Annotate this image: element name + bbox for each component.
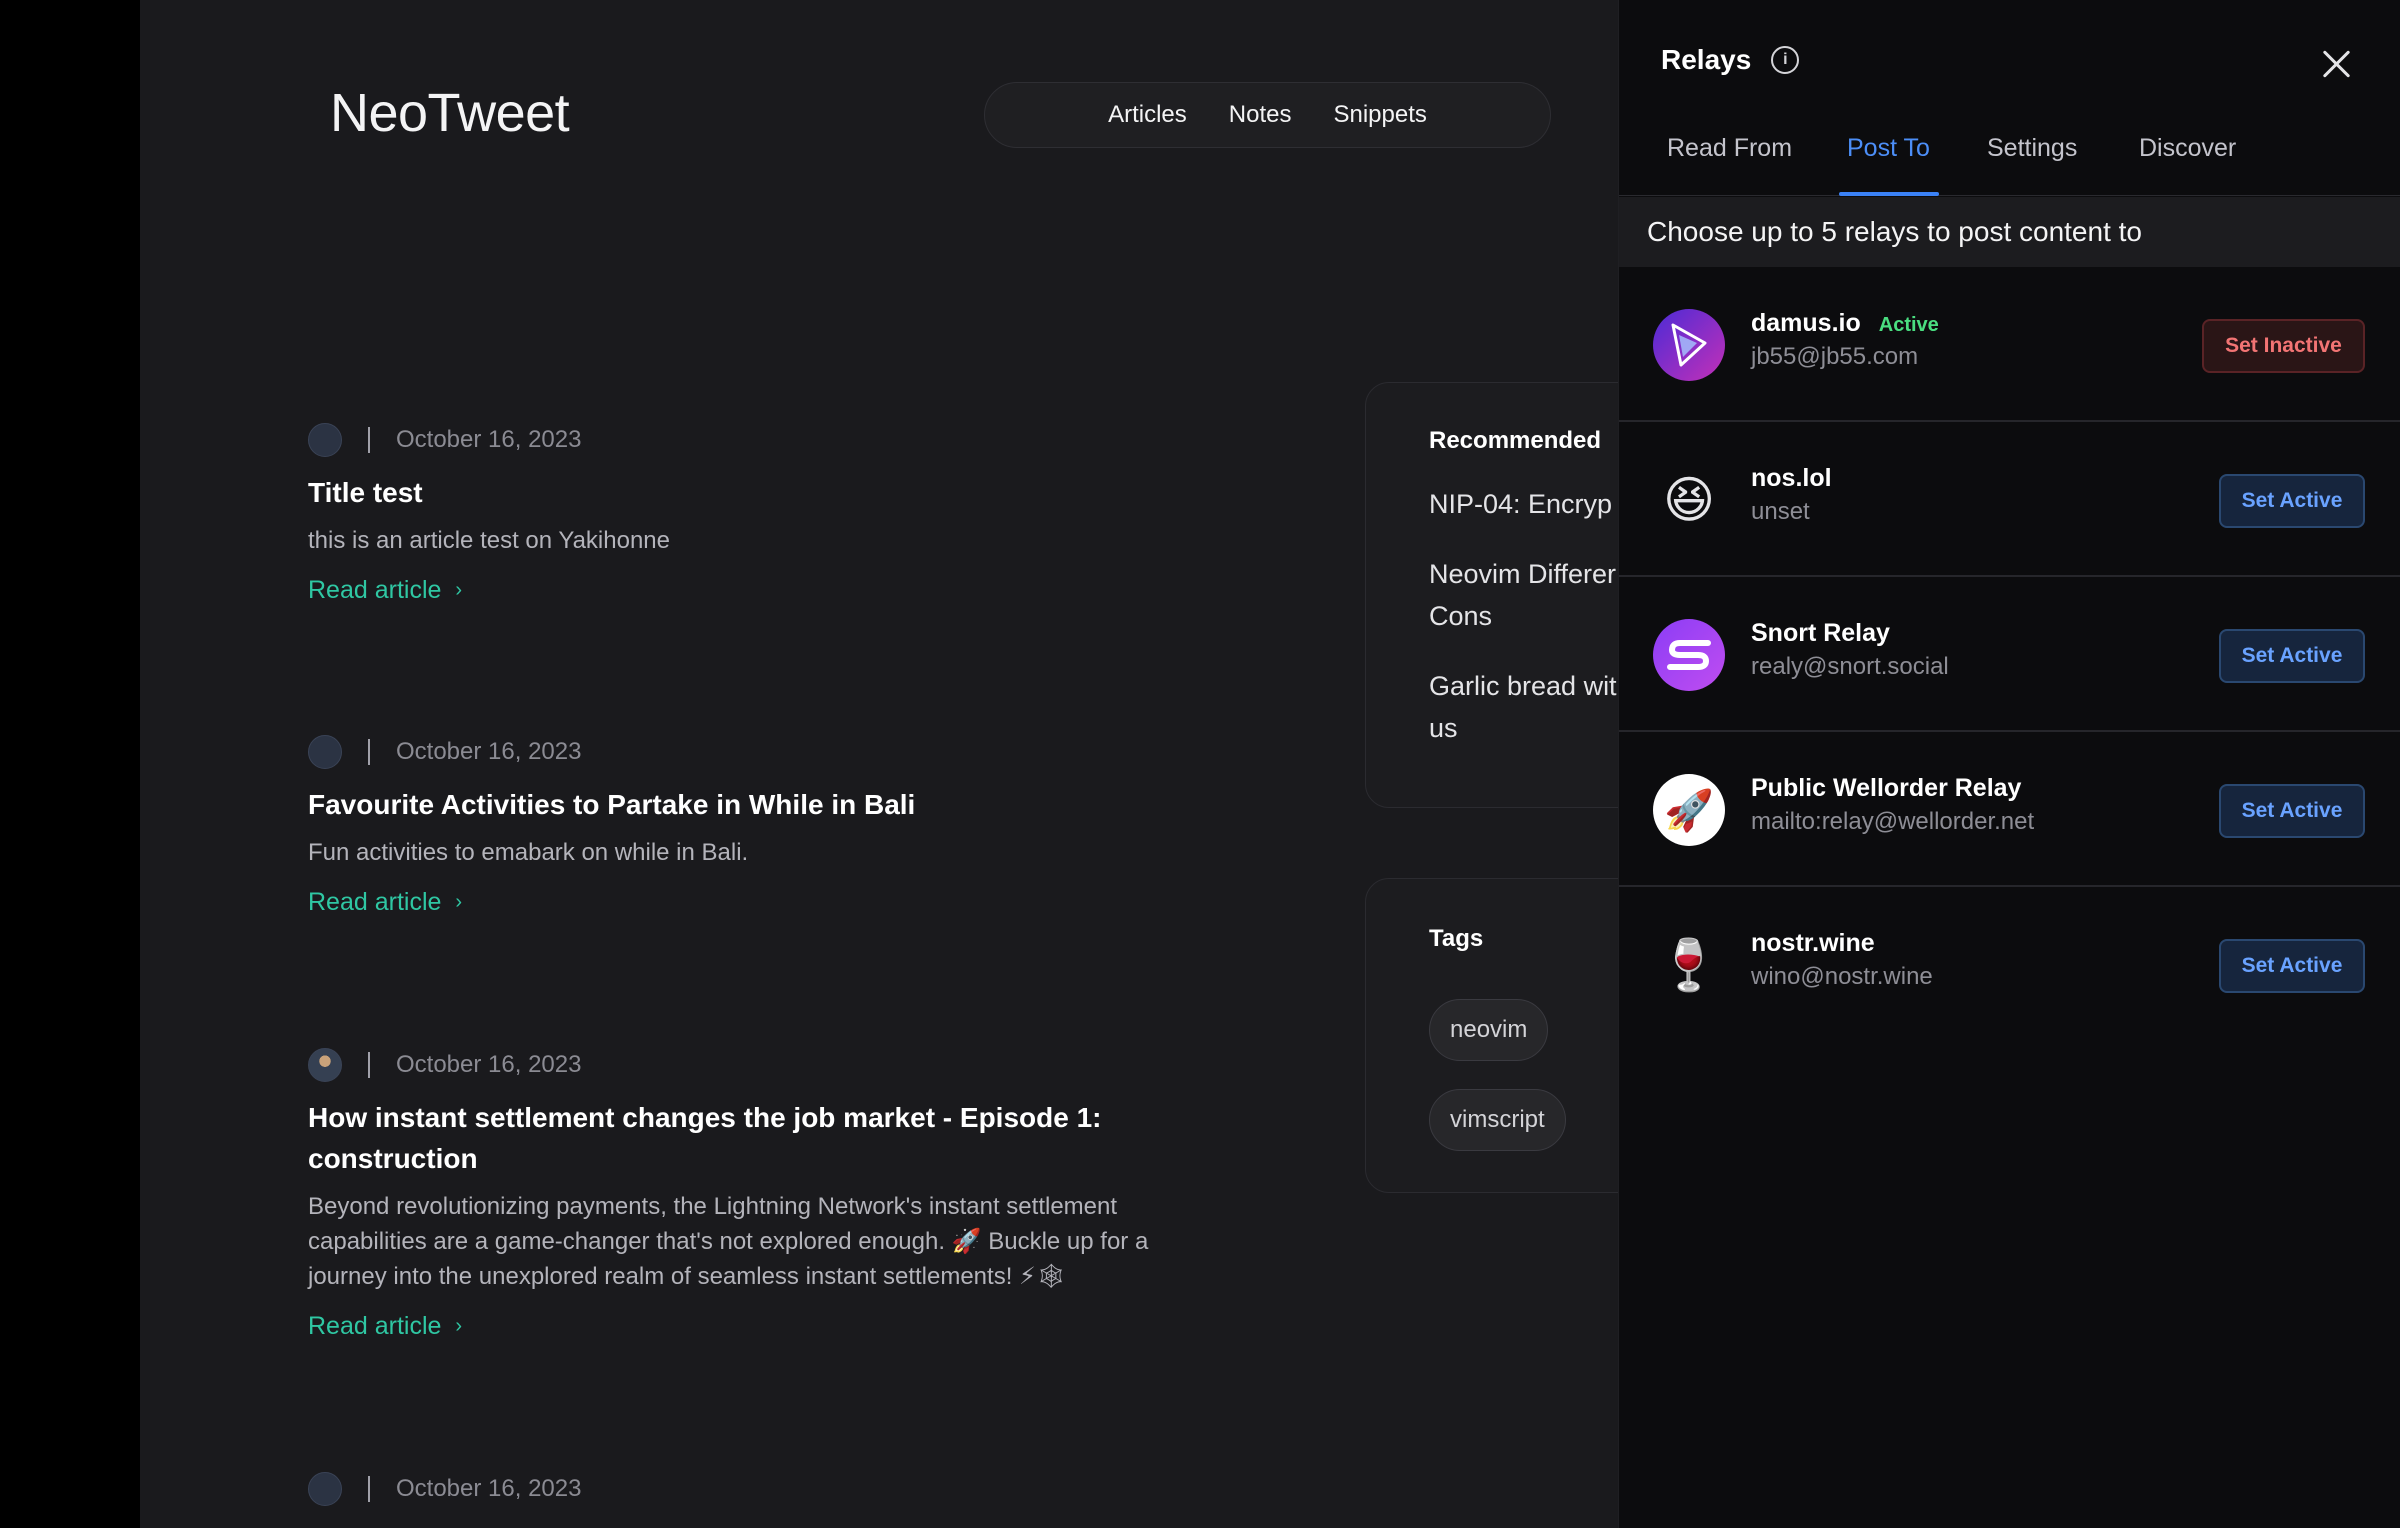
- read-article-label: Read article: [308, 1312, 442, 1340]
- nav-notes[interactable]: Notes: [1229, 101, 1292, 129]
- recommended-item-line: Neovim Differer: [1429, 559, 1617, 589]
- relay-contact: unset: [1751, 498, 1810, 525]
- relays-panel: Relays i Read From Post To Settings Disc…: [1618, 0, 2400, 1528]
- read-article-label: Read article: [308, 576, 442, 604]
- recommended-item[interactable]: Neovim Differer Cons: [1429, 553, 1616, 637]
- article-date: October 16, 2023: [396, 1475, 582, 1502]
- article-summary-line: journey into the unexplored realm of sea…: [308, 1263, 1067, 1290]
- panel-header: Relays i: [1661, 44, 1800, 76]
- read-article-link[interactable]: Read article ›: [308, 576, 462, 605]
- snort-logo-svg: [1667, 640, 1711, 670]
- article-summary: this is an article test on Yakihonne: [308, 527, 670, 554]
- recommended-card: Recommended NIP-04: Encryp Neovim Differ…: [1365, 382, 1620, 808]
- panel-subheading: Choose up to 5 relays to post content to: [1619, 197, 2400, 267]
- relay-row: damus.io Active jb55@jb55.com Set Inactiv…: [1619, 267, 2400, 422]
- article-title-line: How instant settlement changes the job m…: [308, 1102, 1102, 1133]
- relay-row: Snort Relay realy@snort.social Set Activ…: [1619, 577, 2400, 732]
- article-summary-line: capabilities are a game-changer that's n…: [308, 1228, 1149, 1255]
- relay-tabs: Read From Post To Settings Discover: [1619, 120, 2400, 196]
- meta-divider: [368, 1476, 370, 1502]
- tags-card: Tags neovim la vimscript: [1365, 878, 1620, 1193]
- article-title[interactable]: Title test: [308, 472, 1228, 513]
- tab-read-from[interactable]: Read From: [1667, 134, 1792, 163]
- chevron-right-icon: ›: [455, 579, 463, 601]
- relay-contact: realy@snort.social: [1751, 653, 1949, 680]
- recommended-item[interactable]: Garlic bread wit us: [1429, 665, 1617, 749]
- recommended-heading: Recommended: [1429, 427, 1602, 454]
- tab-post-to[interactable]: Post To: [1847, 134, 1930, 163]
- relay-contact: wino@nostr.wine: [1751, 963, 1933, 990]
- read-article-link[interactable]: Read article ›: [308, 888, 462, 917]
- tab-discover[interactable]: Discover: [2139, 134, 2236, 163]
- info-icon[interactable]: i: [1771, 46, 1800, 74]
- relay-name-text: damus.io: [1751, 309, 1861, 337]
- relay-row: 😆 nos.lol unset Set Active: [1619, 422, 2400, 577]
- relay-contact: mailto:relay@wellorder.net: [1751, 808, 2035, 835]
- meta-divider: [368, 739, 370, 765]
- panel-title: Relays: [1661, 44, 1752, 75]
- damus-logo-icon: [1653, 309, 1725, 381]
- relay-contact: jb55@jb55.com: [1751, 343, 1919, 370]
- tag-neovim[interactable]: neovim: [1429, 999, 1549, 1061]
- author-avatar[interactable]: [308, 423, 342, 457]
- recommended-item-line: us: [1429, 713, 1458, 743]
- left-gutter: [0, 0, 140, 1528]
- set-active-button[interactable]: Set Active: [2219, 784, 2365, 838]
- article-card: October 16, 2023 How instant settlement …: [308, 1045, 1228, 1341]
- chevron-right-icon: ›: [455, 891, 463, 913]
- tags-heading: Tags: [1429, 925, 1484, 952]
- article-summary-line: Beyond revolutionizing payments, the Lig…: [308, 1193, 1118, 1220]
- relay-name: damus.io Active: [1751, 309, 1939, 338]
- active-tab-indicator: [1839, 192, 1939, 196]
- relay-name: nostr.wine: [1751, 929, 1875, 957]
- article-title-line: construction: [308, 1143, 478, 1174]
- recommended-item-line: Garlic bread wit: [1429, 671, 1617, 701]
- article-date: October 16, 2023: [396, 426, 582, 453]
- relay-name: Snort Relay: [1751, 619, 1890, 647]
- set-active-button[interactable]: Set Active: [2219, 474, 2365, 528]
- nav-articles[interactable]: Articles: [1108, 101, 1187, 129]
- recommended-item-line: Cons: [1429, 601, 1493, 631]
- article-date: October 16, 2023: [396, 738, 582, 765]
- author-avatar[interactable]: [308, 735, 342, 769]
- article-card: October 16, 2023 Title test this is an a…: [308, 420, 1228, 605]
- snort-logo-icon: [1653, 619, 1725, 691]
- set-inactive-button[interactable]: Set Inactive: [2202, 319, 2365, 373]
- article-card: October 16, 2023 Favourite Activities to…: [308, 732, 1228, 917]
- meta-divider: [368, 1052, 370, 1078]
- article-title[interactable]: How instant settlement changes the job m…: [308, 1097, 1228, 1179]
- relay-row: 🚀 Public Wellorder Relay mailto:relay@we…: [1619, 732, 2400, 887]
- main-content: NeoTweet Articles Notes Snippets October…: [140, 0, 1620, 1528]
- author-avatar[interactable]: [308, 1472, 342, 1506]
- brand-logo[interactable]: NeoTweet: [330, 82, 570, 144]
- wine-glass-icon: 🍷: [1657, 936, 1721, 993]
- set-active-button[interactable]: Set Active: [2219, 939, 2365, 993]
- rocket-icon: 🚀: [1653, 774, 1725, 846]
- damus-logo-svg: [1671, 323, 1707, 367]
- article-date: October 16, 2023: [396, 1051, 582, 1078]
- close-icon[interactable]: [2319, 46, 2355, 82]
- relay-name: nos.lol: [1751, 464, 1832, 492]
- relay-name: Public Wellorder Relay: [1751, 774, 2022, 802]
- read-article-link[interactable]: Read article ›: [308, 1312, 462, 1341]
- relay-row: 🍷 nostr.wine wino@nostr.wine Set Active: [1619, 887, 2400, 1042]
- chevron-right-icon: ›: [455, 1315, 463, 1337]
- recommended-item[interactable]: NIP-04: Encryp: [1429, 483, 1612, 525]
- tab-settings[interactable]: Settings: [1987, 134, 2077, 163]
- set-active-button[interactable]: Set Active: [2219, 629, 2365, 683]
- article-summary: Beyond revolutionizing payments, the Lig…: [308, 1189, 1228, 1294]
- article-summary: Fun activities to emabark on while in Ba…: [308, 839, 749, 866]
- top-nav: Articles Notes Snippets: [984, 82, 1551, 148]
- read-article-label: Read article: [308, 888, 442, 916]
- meta-divider: [368, 427, 370, 453]
- laughing-face-icon: 😆: [1662, 472, 1716, 528]
- author-avatar[interactable]: [308, 1048, 342, 1082]
- tag-vimscript[interactable]: vimscript: [1429, 1089, 1566, 1151]
- relay-status-badge: Active: [1878, 314, 1939, 336]
- nav-snippets[interactable]: Snippets: [1333, 101, 1426, 129]
- article-title[interactable]: Favourite Activities to Partake in While…: [308, 784, 1228, 825]
- article-card: October 16, 2023: [308, 1469, 1228, 1509]
